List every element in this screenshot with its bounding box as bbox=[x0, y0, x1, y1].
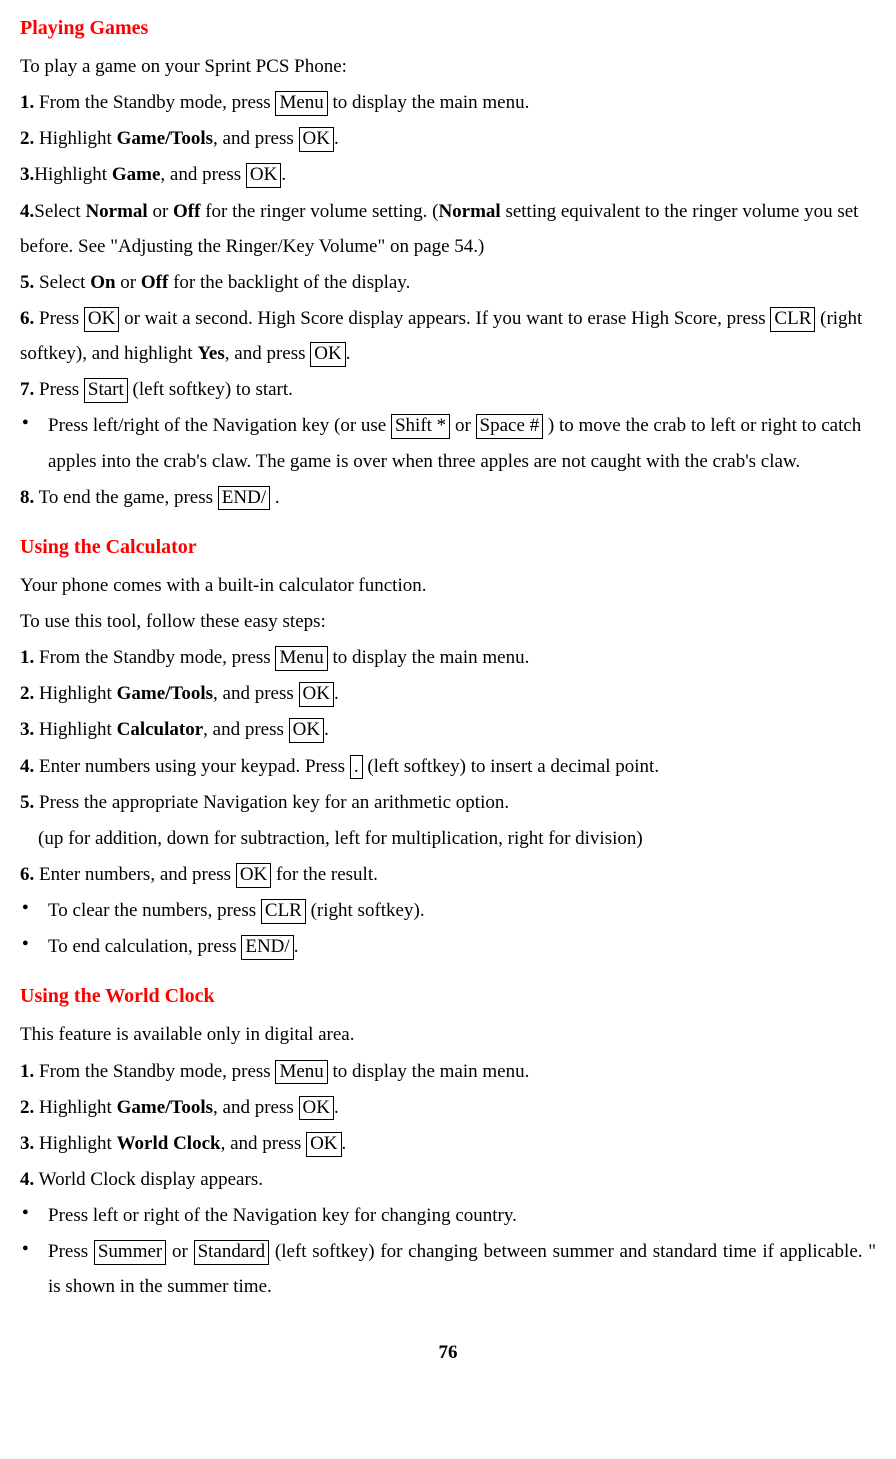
clock-step-1: 1. From the Standby mode, press Menu to … bbox=[20, 1054, 876, 1089]
dot-key: . bbox=[350, 755, 363, 780]
standard-key: Standard bbox=[194, 1240, 270, 1265]
clock-step-2: 2. Highlight Game/Tools, and press OK. bbox=[20, 1090, 876, 1125]
ok-key: OK bbox=[299, 682, 334, 707]
clr-key: CLR bbox=[261, 899, 306, 924]
heading-calculator: Using the Calculator bbox=[20, 529, 876, 566]
intro-clock: This feature is available only in digita… bbox=[20, 1017, 876, 1052]
shift-key: Shift * bbox=[391, 414, 450, 439]
clock-step-4: 4. World Clock display appears. bbox=[20, 1162, 876, 1197]
intro-line: To play a game on your Sprint PCS Phone: bbox=[20, 49, 876, 84]
calc-step-3: 3. Highlight Calculator, and press OK. bbox=[20, 712, 876, 747]
step-2: 2. Highlight Game/Tools, and press OK. bbox=[20, 121, 876, 156]
step-3: 3.Highlight Game, and press OK. bbox=[20, 157, 876, 192]
heading-playing-games: Playing Games bbox=[20, 10, 876, 47]
calc-bullet-end: To end calculation, press END/ . bbox=[20, 929, 876, 964]
menu-key: Menu bbox=[275, 91, 327, 116]
ok-key: OK bbox=[310, 342, 345, 367]
clock-bullet-summer: Press Summer or Standard (left softkey) … bbox=[20, 1234, 876, 1304]
bullet-crab: Press left/right of the Navigation key (… bbox=[20, 408, 876, 478]
calc-step-6: 6. Enter numbers, and press OK for the r… bbox=[20, 857, 876, 892]
calc-step-1: 1. From the Standby mode, press Menu to … bbox=[20, 640, 876, 675]
summer-key: Summer bbox=[94, 1240, 166, 1265]
section-calculator: Using the Calculator Your phone comes wi… bbox=[20, 529, 876, 965]
end-key: END/ bbox=[241, 935, 293, 960]
ok-key: OK bbox=[299, 127, 334, 152]
step-4: 4.Select Normal or Off for the ringer vo… bbox=[20, 194, 876, 264]
page-number: 76 bbox=[20, 1335, 876, 1370]
step-8: 8. To end the game, press END/ . bbox=[20, 480, 876, 515]
step-7: 7. Press Start (left softkey) to start. bbox=[20, 372, 876, 407]
calc-step-5: 5. Press the appropriate Navigation key … bbox=[20, 785, 876, 820]
clock-bullet-nav: Press left or right of the Navigation ke… bbox=[20, 1198, 876, 1233]
ok-key: OK bbox=[236, 863, 271, 888]
ok-key: OK bbox=[289, 718, 324, 743]
section-playing-games: Playing Games To play a game on your Spr… bbox=[20, 10, 876, 515]
space-key: Space # bbox=[476, 414, 544, 439]
calc-step-5-note: (up for addition, down for subtraction, … bbox=[20, 821, 876, 856]
step-5: 5. Select On or Off for the backlight of… bbox=[20, 265, 876, 300]
heading-world-clock: Using the World Clock bbox=[20, 978, 876, 1015]
ok-key: OK bbox=[306, 1132, 341, 1157]
clr-key: CLR bbox=[770, 307, 815, 332]
ok-key: OK bbox=[84, 307, 119, 332]
step-6: 6. Press OK or wait a second. High Score… bbox=[20, 301, 876, 371]
intro-calc-1: Your phone comes with a built-in calcula… bbox=[20, 568, 876, 603]
menu-key: Menu bbox=[275, 646, 327, 671]
step-1: 1. From the Standby mode, press Menu to … bbox=[20, 85, 876, 120]
ok-key: OK bbox=[299, 1096, 334, 1121]
start-key: Start bbox=[84, 378, 128, 403]
calc-bullet-clear: To clear the numbers, press CLR (right s… bbox=[20, 893, 876, 928]
clock-step-3: 3. Highlight World Clock, and press OK. bbox=[20, 1126, 876, 1161]
end-key: END/ bbox=[218, 486, 270, 511]
menu-key: Menu bbox=[275, 1060, 327, 1085]
calc-step-4: 4. Enter numbers using your keypad. Pres… bbox=[20, 749, 876, 784]
section-world-clock: Using the World Clock This feature is av… bbox=[20, 978, 876, 1304]
calc-step-2: 2. Highlight Game/Tools, and press OK. bbox=[20, 676, 876, 711]
ok-key: OK bbox=[246, 163, 281, 188]
intro-calc-2: To use this tool, follow these easy step… bbox=[20, 604, 876, 639]
